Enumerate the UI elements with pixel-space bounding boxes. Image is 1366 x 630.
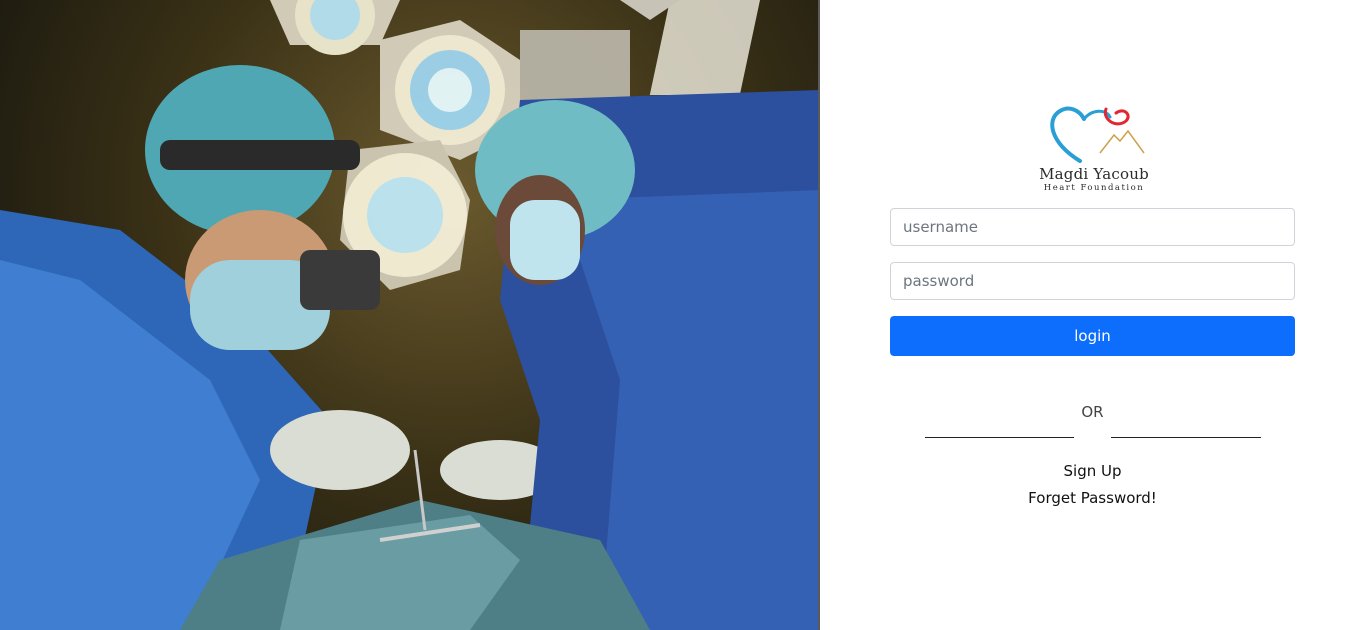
separator-line-right xyxy=(1111,437,1261,438)
username-input[interactable] xyxy=(890,208,1295,246)
hero-image xyxy=(0,0,820,630)
login-button[interactable]: login xyxy=(890,316,1295,356)
logo-name: Magdi Yacoub xyxy=(1039,165,1149,183)
login-page: Magdi Yacoub Heart Foundation login OR S… xyxy=(0,0,1366,630)
password-input[interactable] xyxy=(890,262,1295,300)
signup-link[interactable]: Sign Up xyxy=(890,462,1295,480)
logo-subtitle: Heart Foundation xyxy=(1043,183,1145,193)
login-panel: Magdi Yacoub Heart Foundation login OR S… xyxy=(820,0,1366,630)
surgery-photo-illustration xyxy=(0,0,820,630)
foundation-logo: Magdi Yacoub Heart Foundation xyxy=(1032,103,1156,195)
separator-line-left xyxy=(925,437,1074,438)
heart-logo-icon xyxy=(1050,106,1145,163)
forget-password-link[interactable]: Forget Password! xyxy=(890,489,1295,507)
or-separator-label: OR xyxy=(1081,403,1104,421)
